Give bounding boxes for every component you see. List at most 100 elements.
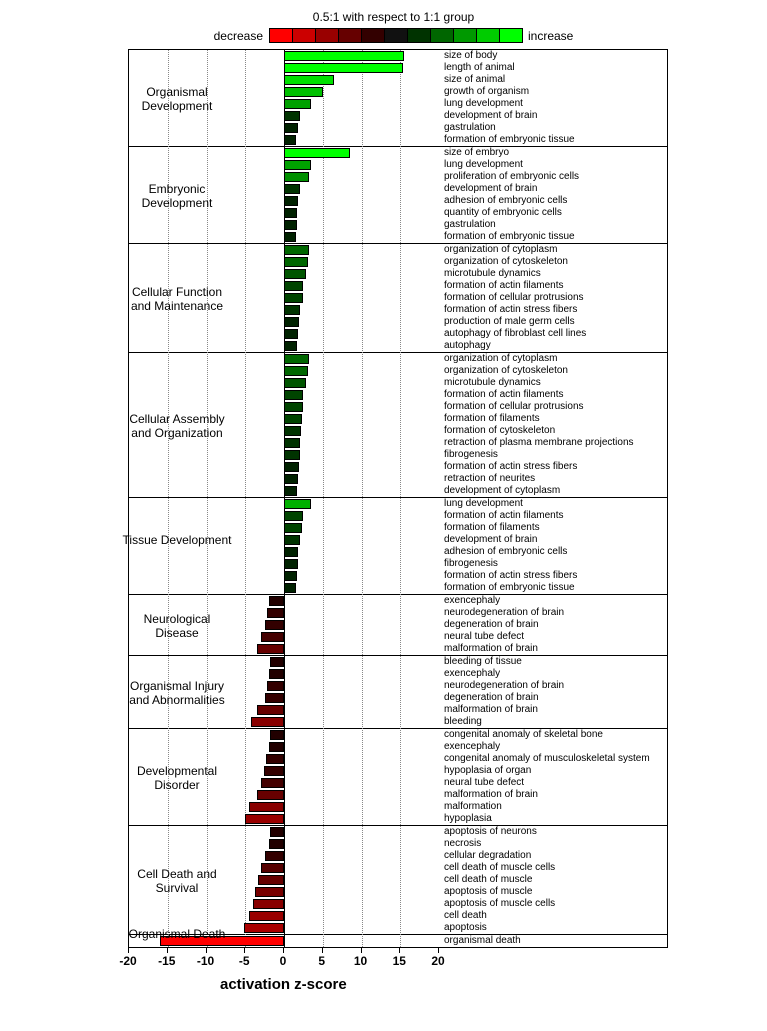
bar-label: formation of cellular protrusions (444, 292, 584, 304)
bar-label: proliferation of embryonic cells (444, 171, 579, 183)
bar (265, 693, 284, 703)
bar-label: organization of cytoskeleton (444, 365, 568, 377)
bar-label: malformation (444, 801, 502, 813)
bar-row: bleeding (129, 716, 667, 728)
bar-label: gastrulation (444, 122, 496, 134)
bar-row: size of body (129, 50, 667, 62)
bar-label: formation of cytoskeleton (444, 425, 555, 437)
bar-row: hypoplasia (129, 813, 667, 825)
bar-label: congenital anomaly of musculoskeletal sy… (444, 753, 650, 765)
category-label: Organismal Injury and Abnormalities (122, 679, 232, 708)
bar-row: exencephaly (129, 741, 667, 753)
bar-label: size of embryo (444, 147, 509, 159)
bar (270, 657, 284, 667)
bar (284, 269, 306, 279)
bar-label: formation of embryonic tissue (444, 134, 575, 146)
bar-row: lung development (129, 159, 667, 171)
category-label: Cell Death and Survival (122, 867, 232, 896)
bar-row: microtubule dynamics (129, 377, 667, 389)
bar-row: formation of actin filaments (129, 510, 667, 522)
bar-label: bleeding (444, 716, 482, 728)
bar-label: autophagy of fibroblast cell lines (444, 328, 586, 340)
bar-label: degeneration of brain (444, 692, 539, 704)
bar-label: size of animal (444, 74, 505, 86)
bar-label: size of body (444, 50, 497, 62)
bar-label: organization of cytoskeleton (444, 256, 568, 268)
category-label: Organismal Development (122, 85, 232, 114)
bar-label: microtubule dynamics (444, 377, 541, 389)
bar-row: fibrogenesis (129, 449, 667, 461)
legend-swatch (269, 28, 293, 43)
legend-swatch (384, 28, 408, 43)
bar-label: formation of embryonic tissue (444, 582, 575, 594)
bar-label: fibrogenesis (444, 558, 498, 570)
bar-row: malformation of brain (129, 643, 667, 655)
x-axis-label: activation z-score (220, 976, 767, 993)
bar-label: formation of actin stress fibers (444, 570, 577, 582)
legend-swatch (453, 28, 477, 43)
bar (261, 778, 284, 788)
bar (284, 426, 301, 436)
category-label: Developmental Disorder (122, 764, 232, 793)
bar-row: length of animal (129, 62, 667, 74)
bar (284, 317, 299, 327)
bar-label: organization of cytoplasm (444, 244, 557, 256)
bar-label: retraction of plasma membrane projection… (444, 437, 634, 449)
bar-row: organization of cytoskeleton (129, 256, 667, 268)
bar-label: gastrulation (444, 219, 496, 231)
category-label: Organismal Death (122, 927, 232, 941)
bar (284, 450, 300, 460)
bar-label: length of animal (444, 62, 515, 74)
bar (269, 669, 285, 679)
bar-label: apoptosis of muscle (444, 886, 532, 898)
bar (284, 474, 298, 484)
legend-swatch (499, 28, 523, 43)
bar-row: apoptosis of neurons (129, 826, 667, 838)
bar (267, 681, 284, 691)
bar-label: neurodegeneration of brain (444, 607, 564, 619)
bar-label: production of male germ cells (444, 316, 575, 328)
bar-row: production of male germ cells (129, 316, 667, 328)
bar (284, 196, 298, 206)
bar-label: apoptosis of muscle cells (444, 898, 555, 910)
bar (255, 887, 284, 897)
bar (284, 329, 298, 339)
bar-label: adhesion of embryonic cells (444, 546, 567, 558)
legend-swatch (476, 28, 500, 43)
bar (249, 802, 284, 812)
bar (284, 438, 300, 448)
bar-label: formation of actin stress fibers (444, 461, 577, 473)
bar (267, 608, 284, 618)
legend-swatch (338, 28, 362, 43)
bar-label: autophagy (444, 340, 491, 352)
category-label: Cellular Assembly and Organization (122, 412, 232, 441)
bar (284, 535, 300, 545)
bar-row: bleeding of tissue (129, 656, 667, 668)
bar (284, 281, 303, 291)
bar (245, 814, 284, 824)
bar (284, 293, 303, 303)
bar (265, 851, 284, 861)
bar (251, 717, 284, 727)
bar (284, 232, 296, 242)
bar-label: formation of embryonic tissue (444, 231, 575, 243)
bar-row: size of embryo (129, 147, 667, 159)
bar-label: formation of actin filaments (444, 280, 564, 292)
bar (284, 51, 404, 61)
x-tick: -5 (239, 954, 250, 968)
bar-label: malformation of brain (444, 704, 538, 716)
bar (284, 111, 300, 121)
bar-row: formation of embryonic tissue (129, 134, 667, 146)
bar-row: cell death (129, 910, 667, 922)
bar-label: development of brain (444, 183, 537, 195)
bar-row: autophagy (129, 340, 667, 352)
category-label: Neurological Disease (122, 612, 232, 641)
bar (257, 644, 284, 654)
bar-label: fibrogenesis (444, 449, 498, 461)
x-tick: -20 (119, 954, 136, 968)
bar-label: malformation of brain (444, 643, 538, 655)
bar (284, 208, 297, 218)
bar-row: apoptosis of muscle cells (129, 898, 667, 910)
bar (284, 559, 298, 569)
bar (264, 766, 284, 776)
